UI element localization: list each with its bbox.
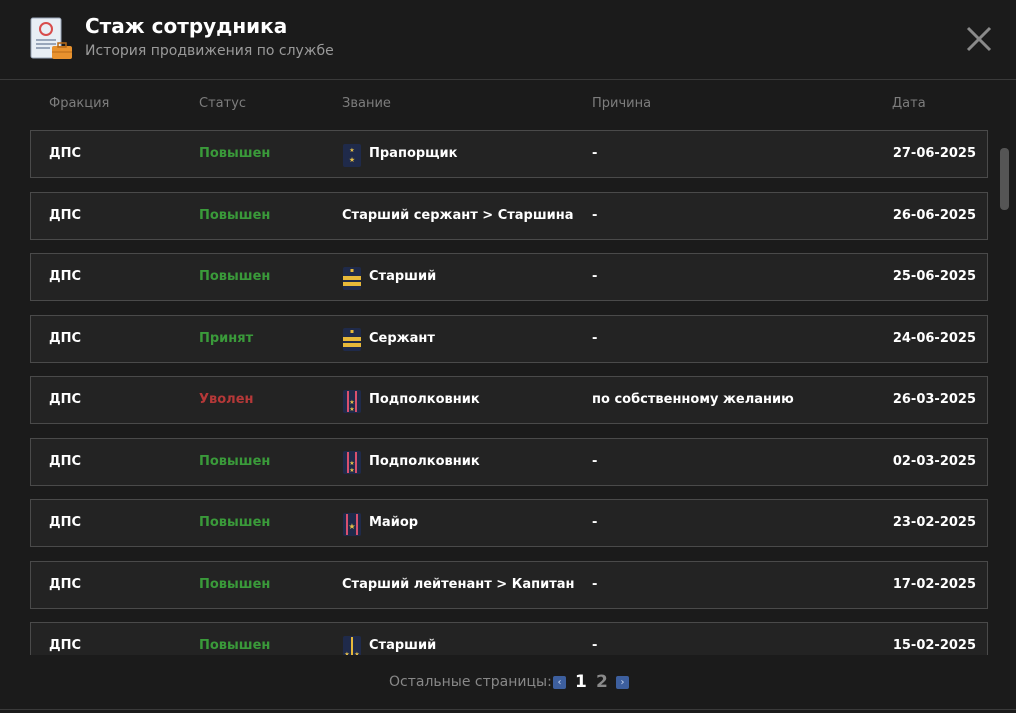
rank-cell: ★ ★ Подполковник <box>342 377 480 423</box>
page-title: Стаж сотрудника <box>85 14 288 38</box>
date-cell: 27-06-2025 <box>892 146 976 161</box>
rank-label: Майор <box>369 515 419 530</box>
svg-text:★: ★ <box>349 467 354 474</box>
table-row[interactable]: ДПС Повышен Старший сержант > Старшина - 26-… <box>30 191 988 240</box>
rank-label: Старший лейтенант > Капитан <box>342 576 575 592</box>
col-rank: Звание <box>342 96 391 111</box>
rank-label: Прапорщик <box>369 146 458 161</box>
col-reason: Причина <box>592 96 652 111</box>
status-cell: Повышен <box>199 638 271 653</box>
rank-cell: ★ ★ Прапорщик <box>342 131 457 177</box>
rank-cell: Старший лейтенант > Капитан <box>342 562 575 608</box>
status-cell: Повышен <box>199 269 271 284</box>
table-row[interactable]: ДПС Уволен ★ ★ Подполковник по собственному ж… <box>30 376 988 424</box>
faction-cell: ДПС <box>49 269 81 284</box>
rank-label: Старший сержант > Старшина <box>342 207 574 223</box>
date-cell: 02-03-2025 <box>892 453 976 469</box>
pagination-label: Остальные страницы: <box>389 674 552 690</box>
table-row[interactable]: ДПС Повышен Старший лейтенант > Капитан - 17… <box>30 560 988 609</box>
col-date: Дата <box>892 96 926 111</box>
rank-label: Сержант <box>369 330 435 346</box>
reason-cell: - <box>592 638 598 653</box>
history-list[interactable]: ДПС Повышен ★ ★ Прапорщик -27-06-2025 ДПС Повыш… <box>30 130 988 655</box>
close-icon[interactable] <box>962 22 996 56</box>
prev-page-button[interactable]: ‹ <box>553 676 566 689</box>
svg-text:★: ★ <box>354 651 359 656</box>
rank-cell: ★ ★ Старший <box>342 623 436 655</box>
rank-cell: ★ ★ Подполковник <box>342 439 480 485</box>
faction-cell: ДПС <box>49 146 81 161</box>
faction-cell: ДПС <box>49 392 81 407</box>
table-row[interactable]: ДПС Повышен Старший - 25-06-2025 <box>30 253 988 301</box>
rank-insignia-icon <box>342 265 362 290</box>
date-cell: 23-02-2025 <box>892 515 976 530</box>
employee-record-icon <box>30 17 72 59</box>
faction-cell: ДПС <box>49 515 81 530</box>
faction-cell: ДПС <box>49 638 81 653</box>
date-cell: 26-06-2025 <box>892 207 976 223</box>
reason-cell: по собственному желанию <box>592 392 794 407</box>
pagination: Остальные страницы: ‹ 1 2 › <box>0 672 1016 694</box>
rank-insignia-icon: ★ ★ <box>342 388 362 413</box>
table-row[interactable]: ДПС Повышен ★ Майор - 23-02-2025 <box>30 499 988 547</box>
reason-cell: - <box>592 453 598 469</box>
reason-cell: - <box>592 576 598 592</box>
rank-label: Подполковник <box>369 392 480 407</box>
rank-label: Подполковник <box>369 453 480 469</box>
rank-insignia-icon: ★ ★ <box>342 634 362 656</box>
page-1-button[interactable]: 1 <box>575 672 587 692</box>
date-cell: 26-03-2025 <box>892 392 976 407</box>
svg-text:★: ★ <box>349 460 354 467</box>
reason-cell: - <box>592 146 598 161</box>
rank-insignia-icon: ★ ★ <box>342 142 362 167</box>
modal-header: Стаж сотрудника История продвижения по с… <box>0 0 1016 80</box>
col-faction: Фракция <box>49 96 110 111</box>
svg-text:★: ★ <box>344 651 349 656</box>
scrollbar-thumb[interactable] <box>1000 148 1009 210</box>
reason-cell: - <box>592 330 598 346</box>
status-cell: Уволен <box>199 392 254 407</box>
faction-cell: ДПС <box>49 330 81 346</box>
rank-cell: Старший сержант > Старшина <box>342 193 574 239</box>
col-status: Статус <box>199 96 247 111</box>
status-cell: Повышен <box>199 453 271 469</box>
reason-cell: - <box>592 269 598 284</box>
date-cell: 17-02-2025 <box>892 576 976 592</box>
next-page-button[interactable]: › <box>616 676 629 689</box>
bottom-divider <box>0 709 1016 710</box>
rank-cell: ★ Майор <box>342 500 418 546</box>
table-header: Фракция Статус Звание Причина Дата <box>0 96 1016 116</box>
table-row[interactable]: ДПС Повышен ★ ★ Подполковник - 02-03-2025 <box>30 437 988 486</box>
reason-cell: - <box>592 515 598 530</box>
date-cell: 15-02-2025 <box>892 638 976 653</box>
status-cell: Повышен <box>199 576 271 592</box>
svg-text:★: ★ <box>349 399 354 406</box>
page-subtitle: История продвижения по службе <box>85 43 334 59</box>
rank-label: Старший <box>369 638 437 653</box>
table-row[interactable]: ДПС Повышен ★ ★ Старший -15-02-2025 <box>30 622 988 655</box>
rank-insignia-icon: ★ <box>342 511 362 536</box>
status-cell: Повышен <box>199 207 271 223</box>
rank-label: Старший <box>369 269 437 284</box>
faction-cell: ДПС <box>49 207 81 223</box>
faction-cell: ДПС <box>49 453 81 469</box>
rank-insignia-icon <box>342 326 362 351</box>
page-2-button[interactable]: 2 <box>596 672 608 692</box>
svg-text:★: ★ <box>349 147 354 154</box>
table-row[interactable]: ДПС Принят Сержант - 24-06-2025 <box>30 314 988 363</box>
svg-text:★: ★ <box>349 406 354 413</box>
status-cell: Повышен <box>199 515 271 530</box>
date-cell: 24-06-2025 <box>892 330 976 346</box>
svg-text:★: ★ <box>349 156 355 164</box>
table-row[interactable]: ДПС Повышен ★ ★ Прапорщик -27-06-2025 <box>30 130 988 178</box>
date-cell: 25-06-2025 <box>892 269 976 284</box>
status-cell: Принят <box>199 330 254 346</box>
rank-cell: Сержант <box>342 316 435 362</box>
svg-text:★: ★ <box>348 522 355 531</box>
rank-insignia-icon: ★ ★ <box>342 449 362 474</box>
rank-cell: Старший <box>342 254 436 300</box>
status-cell: Повышен <box>199 146 271 161</box>
faction-cell: ДПС <box>49 576 81 592</box>
reason-cell: - <box>592 207 598 223</box>
